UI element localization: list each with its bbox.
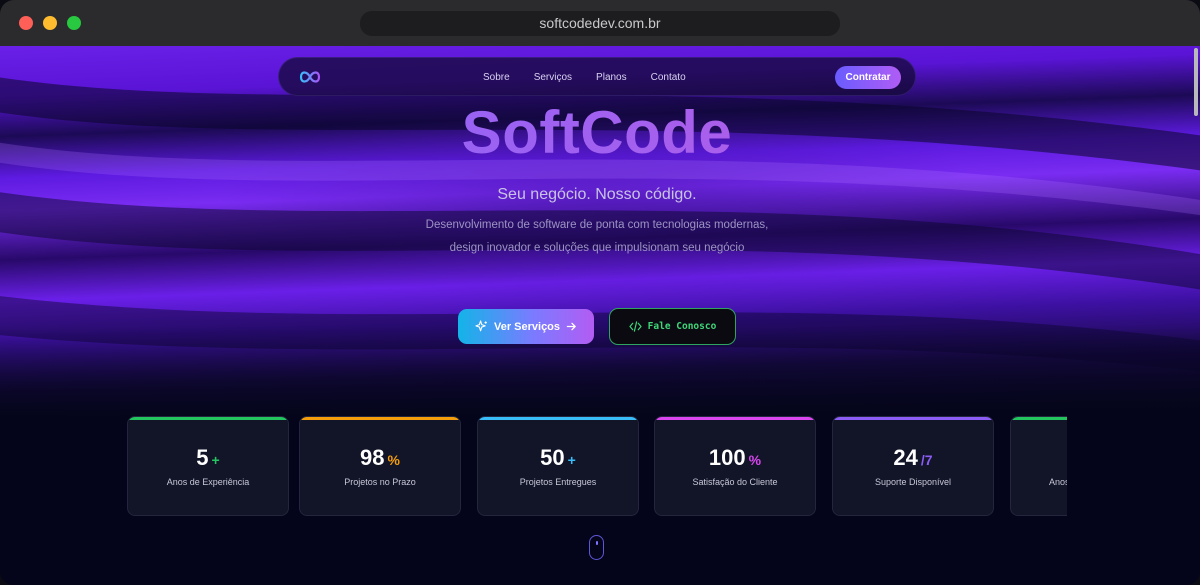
stat-accent-line bbox=[300, 417, 460, 420]
page-viewport: Sobre Serviços Planos Contato Contratar … bbox=[0, 46, 1200, 585]
stat-card: 100% Satisfação do Cliente bbox=[654, 416, 816, 516]
maximize-window-button[interactable] bbox=[67, 16, 81, 30]
contratar-button[interactable]: Contratar bbox=[835, 66, 901, 89]
stat-card: Anos bbox=[1010, 416, 1067, 516]
top-navigation: Sobre Serviços Planos Contato Contratar bbox=[278, 57, 916, 96]
nav-link-planos[interactable]: Planos bbox=[596, 72, 627, 83]
stat-value: 24/7 bbox=[893, 445, 933, 470]
nav-link-contato[interactable]: Contato bbox=[651, 72, 686, 83]
mouse-wheel bbox=[595, 541, 598, 545]
page-scrollbar[interactable] bbox=[1194, 46, 1199, 585]
ver-servicos-button[interactable]: Ver Serviços bbox=[458, 309, 594, 344]
fale-conosco-label: Fale Conosco bbox=[647, 321, 717, 332]
stat-accent-line bbox=[128, 417, 288, 420]
stat-card: 5 + Anos de Experiência bbox=[127, 416, 289, 516]
scrollbar-thumb[interactable] bbox=[1194, 48, 1198, 116]
stat-accent-line bbox=[655, 417, 815, 420]
stat-label: Projetos Entregues bbox=[519, 477, 597, 487]
ver-servicos-label: Ver Serviços bbox=[493, 320, 561, 333]
browser-window: softcodedev.com.br Sobre Serviços Planos… bbox=[0, 0, 1200, 585]
stat-card: 24/7 Suporte Disponível bbox=[832, 416, 994, 516]
scroll-down-mouse-icon[interactable] bbox=[589, 535, 604, 560]
nav-link-servicos[interactable]: Serviços bbox=[534, 72, 572, 83]
fale-conosco-button[interactable]: Fale Conosco bbox=[609, 308, 736, 345]
hero-tagline: Seu negócio. Nosso código. bbox=[497, 186, 697, 203]
nav-link-sobre[interactable]: Sobre bbox=[483, 72, 510, 83]
arrow-right-icon bbox=[566, 322, 576, 331]
stat-label: Suporte Disponível bbox=[874, 477, 952, 487]
stat-label: Anos bbox=[1049, 477, 1067, 487]
stat-label: Projetos no Prazo bbox=[344, 477, 416, 487]
stat-label: Satisfação do Cliente bbox=[692, 477, 778, 487]
hero-description: Desenvolvimento de software de ponta com… bbox=[425, 219, 769, 254]
stat-value: 98% bbox=[360, 445, 400, 470]
minimize-window-button[interactable] bbox=[43, 16, 57, 30]
browser-toolbar: softcodedev.com.br bbox=[0, 0, 1200, 46]
stat-value: 5 + bbox=[196, 445, 220, 470]
softcode-logo-icon[interactable] bbox=[299, 68, 321, 86]
stat-value: 100% bbox=[708, 445, 762, 470]
stat-card: 98% Projetos no Prazo bbox=[299, 416, 461, 516]
close-window-button[interactable] bbox=[19, 16, 33, 30]
stat-value: 50 + bbox=[540, 445, 576, 470]
stats-carousel: 5 + Anos de Experiência 98% Projetos no P… bbox=[127, 416, 1067, 518]
stat-accent-line bbox=[833, 417, 993, 420]
hero-brand-title: SoftCode bbox=[0, 98, 1194, 167]
stat-accent-line bbox=[1011, 417, 1067, 420]
stat-card: 50 + Projetos Entregues bbox=[477, 416, 639, 516]
stat-label: Anos de Experiência bbox=[166, 477, 250, 487]
nav-links: Sobre Serviços Planos Contato bbox=[483, 58, 686, 97]
sparkles-icon bbox=[475, 320, 487, 332]
code-icon bbox=[629, 321, 642, 332]
address-bar[interactable]: softcodedev.com.br bbox=[360, 11, 840, 36]
stat-value bbox=[1011, 445, 1067, 471]
stat-accent-line bbox=[478, 417, 638, 420]
